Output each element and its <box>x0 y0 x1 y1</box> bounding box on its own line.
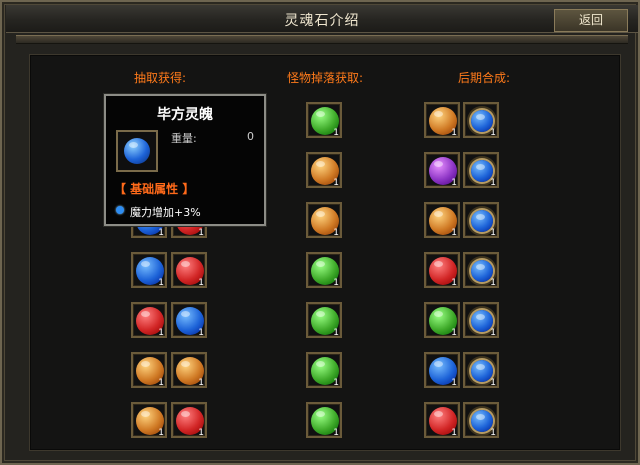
stack-count: 1 <box>158 228 164 238</box>
title-bar: 灵魂石介绍 返回 <box>6 5 638 33</box>
stack-count: 1 <box>490 278 496 288</box>
synth-slot[interactable]: 1 <box>424 252 460 288</box>
drop-slot[interactable]: 1 <box>306 402 342 438</box>
stack-count: 1 <box>198 278 204 288</box>
soul-stone-window: 灵魂石介绍 返回 抽取获得: 怪物掉落获取: 后期合成: 1 1 1 1 1 1 1 1 1 1 1… <box>0 0 640 465</box>
draw-slot[interactable]: 1 <box>171 252 207 288</box>
stack-count: 1 <box>490 228 496 238</box>
drop-column-heading: 怪物掉落获取: <box>286 71 364 85</box>
draw-slot[interactable]: 1 <box>171 402 207 438</box>
synth-slot[interactable]: 1 <box>424 152 460 188</box>
draw-slot[interactable]: 1 <box>171 302 207 338</box>
stack-count: 1 <box>490 378 496 388</box>
stack-count: 1 <box>198 428 204 438</box>
tooltip-weight-label: 重量: <box>171 132 197 145</box>
stack-count: 1 <box>490 428 496 438</box>
stack-count: 1 <box>333 278 339 288</box>
stack-count: 1 <box>198 378 204 388</box>
synth-slot[interactable]: 1 <box>424 102 460 138</box>
synth-slot[interactable]: 1 <box>424 402 460 438</box>
draw-column-heading: 抽取获得: <box>133 71 187 85</box>
synth-slot[interactable]: 1 <box>424 352 460 388</box>
stack-count: 1 <box>490 328 496 338</box>
stack-count: 1 <box>158 328 164 338</box>
synth-result-slot[interactable]: 1 <box>463 402 499 438</box>
stack-count: 1 <box>333 228 339 238</box>
stack-count: 1 <box>451 378 457 388</box>
synth-result-slot[interactable]: 1 <box>463 102 499 138</box>
stack-count: 1 <box>158 378 164 388</box>
blue-soul-orb-icon <box>124 138 150 164</box>
draw-slot[interactable]: 1 <box>131 302 167 338</box>
stack-count: 1 <box>451 328 457 338</box>
drop-slot[interactable]: 1 <box>306 252 342 288</box>
draw-slot[interactable]: 1 <box>131 352 167 388</box>
stack-count: 1 <box>451 178 457 188</box>
stack-count: 1 <box>333 428 339 438</box>
item-tooltip: 毕方灵魄 重量: 0 【 基础属性 】 魔力增加+3% <box>104 94 266 226</box>
drop-slot[interactable]: 1 <box>306 202 342 238</box>
synth-result-slot[interactable]: 1 <box>463 202 499 238</box>
drop-slot[interactable]: 1 <box>306 352 342 388</box>
stack-count: 1 <box>198 228 204 238</box>
draw-slot[interactable]: 1 <box>131 252 167 288</box>
drop-slot[interactable]: 1 <box>306 152 342 188</box>
synth-slot[interactable]: 1 <box>424 202 460 238</box>
tooltip-weight-value: 0 <box>247 130 254 143</box>
tooltip-item-name: 毕方灵魄 <box>157 107 213 123</box>
stack-count: 1 <box>451 228 457 238</box>
stack-count: 1 <box>158 428 164 438</box>
back-button[interactable]: 返回 <box>554 9 628 32</box>
drop-slot[interactable]: 1 <box>306 302 342 338</box>
synth-column-heading: 后期合成: <box>457 71 511 85</box>
stack-count: 1 <box>333 328 339 338</box>
tooltip-item-slot <box>116 130 158 172</box>
drop-slot[interactable]: 1 <box>306 102 342 138</box>
stack-count: 1 <box>333 128 339 138</box>
stack-count: 1 <box>451 428 457 438</box>
synth-result-slot[interactable]: 1 <box>463 252 499 288</box>
bonus-bullet-icon <box>116 206 124 214</box>
synth-result-slot[interactable]: 1 <box>463 152 499 188</box>
stack-count: 1 <box>490 128 496 138</box>
synth-result-slot[interactable]: 1 <box>463 302 499 338</box>
tooltip-bonus-text: 魔力增加+3% <box>130 206 201 219</box>
draw-slot[interactable]: 1 <box>171 352 207 388</box>
stack-count: 1 <box>198 328 204 338</box>
stack-count: 1 <box>158 278 164 288</box>
tooltip-attribute-header: 【 基础属性 】 <box>114 182 195 196</box>
stack-count: 1 <box>333 378 339 388</box>
synth-result-slot[interactable]: 1 <box>463 352 499 388</box>
title-divider <box>16 35 628 44</box>
stack-count: 1 <box>451 128 457 138</box>
stack-count: 1 <box>451 278 457 288</box>
stack-count: 1 <box>490 178 496 188</box>
synth-slot[interactable]: 1 <box>424 302 460 338</box>
draw-slot[interactable]: 1 <box>131 402 167 438</box>
window-title: 灵魂石介绍 <box>284 13 360 29</box>
stack-count: 1 <box>333 178 339 188</box>
